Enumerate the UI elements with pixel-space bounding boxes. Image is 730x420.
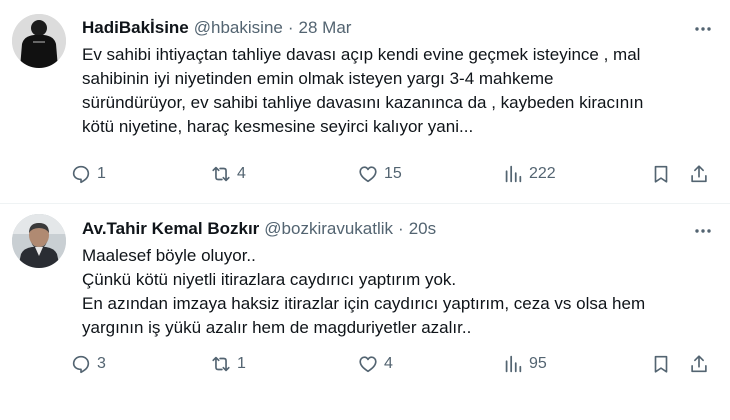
like-icon — [359, 356, 377, 373]
repost-icon — [212, 166, 230, 182]
views-icon — [505, 355, 522, 373]
tweet-text-line: En azından imzaya haksiz itirazlar için … — [82, 294, 646, 313]
display-name[interactable]: Av.Tahir Kemal Bozkır — [82, 219, 259, 239]
tweet-text-line: kötü niyetine, haraç kesmesine seyirci k… — [82, 117, 474, 136]
tweet-header: Av.Tahir Kemal Bozkır @bozkiravukatlik ·… — [82, 217, 714, 241]
user-handle[interactable]: @bozkiravukatlik — [264, 219, 393, 239]
repost-icon — [212, 356, 230, 372]
like-count: 4 — [384, 355, 393, 372]
bookmark-icon — [654, 165, 668, 183]
bookmark-button[interactable] — [650, 353, 672, 375]
reply-icon — [72, 355, 90, 374]
display-name[interactable]: HadiBakİsine — [82, 18, 189, 38]
tweet[interactable]: Av.Tahir Kemal Bozkır @bozkiravukatlik ·… — [0, 204, 730, 420]
like-count: 15 — [384, 165, 402, 182]
views-button[interactable]: 222 — [502, 163, 556, 185]
views-icon — [505, 165, 522, 183]
like-button[interactable]: 15 — [357, 163, 402, 185]
tweet-text-line: Ev sahibi ihtiyaçtan tahliye davası açıp… — [82, 45, 641, 64]
reply-button[interactable]: 3 — [70, 353, 106, 375]
repost-count: 1 — [237, 355, 246, 372]
bookmark-icon — [654, 355, 668, 373]
like-button[interactable]: 4 — [357, 353, 393, 375]
share-icon — [691, 165, 707, 183]
avatar[interactable] — [12, 14, 66, 68]
action-bar: 3 1 4 95 — [70, 352, 718, 376]
tweet-text-line: süründürüyor, ev sahibi tahliye davasını… — [82, 93, 644, 112]
views-button[interactable]: 95 — [502, 353, 547, 375]
like-icon — [359, 166, 377, 183]
reply-icon — [72, 165, 90, 184]
user-handle[interactable]: @hbakisine — [194, 18, 283, 38]
reply-count: 3 — [97, 355, 106, 372]
bookmark-button[interactable] — [650, 163, 672, 185]
share-icon — [691, 355, 707, 373]
repost-button[interactable]: 1 — [210, 353, 246, 375]
tweet-text-line: sahibinin iyi niyetinden emin olmak iste… — [82, 69, 554, 88]
tweet[interactable]: HadiBakİsine @hbakisine · 28 Mar Ev sahi… — [0, 0, 730, 204]
repost-count: 4 — [237, 165, 246, 182]
separator-dot: · — [398, 219, 404, 238]
separator-dot: · — [287, 18, 294, 37]
tweet-text-line: yargının iş yükü azalır hem de magduriye… — [82, 318, 472, 337]
tweet-header: HadiBakİsine @hbakisine · 28 Mar — [82, 16, 714, 40]
tweet-text: Ev sahibi ihtiyaçtan tahliye davası açıp… — [82, 43, 714, 139]
tweet-text: Maalesef böyle oluyor.. Çünkü kötü niyet… — [82, 244, 714, 340]
action-bar: 1 4 15 222 — [70, 162, 718, 186]
tweet-text-line: Maalesef böyle oluyor.. — [82, 246, 256, 265]
repost-button[interactable]: 4 — [210, 163, 246, 185]
timestamp[interactable]: 28 Mar — [299, 18, 352, 38]
reply-count: 1 — [97, 165, 106, 182]
more-options-icon[interactable] — [692, 18, 714, 40]
views-count: 95 — [529, 355, 547, 372]
share-button[interactable] — [688, 163, 710, 185]
timestamp[interactable]: 20s — [409, 219, 436, 239]
views-count: 222 — [529, 165, 556, 182]
tweet-text-line: Çünkü kötü niyetli itirazlara caydırıcı … — [82, 270, 457, 289]
share-button[interactable] — [688, 353, 710, 375]
reply-button[interactable]: 1 — [70, 163, 106, 185]
more-options-icon[interactable] — [692, 220, 714, 242]
avatar[interactable] — [12, 214, 66, 268]
